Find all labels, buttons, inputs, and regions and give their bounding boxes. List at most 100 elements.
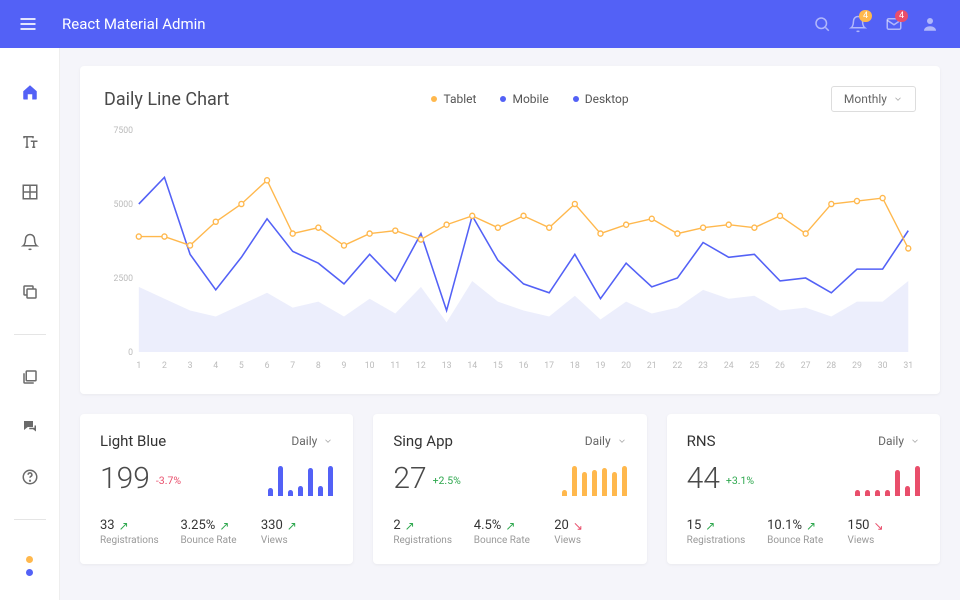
stat-sub-label: Views [554,535,626,546]
chart-legend: TabletMobileDesktop [431,92,628,106]
chart-period-select[interactable]: Monthly [831,86,916,112]
legend-dot [500,96,506,102]
sidebar-item-faq[interactable] [18,465,42,489]
arrow-up-icon: ↗ [705,519,715,533]
search-button[interactable] [804,6,840,42]
sidebar-item-library[interactable] [18,365,42,389]
notifications-badge: 4 [859,10,872,22]
svg-text:7500: 7500 [113,126,133,136]
stat-sub-label: Bounce Rate [474,535,546,546]
stat-sub-item: 33 ↗ Registrations [100,518,172,546]
stat-pct: +2.5% [433,474,461,487]
svg-text:0: 0 [128,348,133,358]
stat-card: Light Blue Daily 199 -3.7% 33 ↗ Registra… [80,414,353,564]
profile-button[interactable] [912,6,948,42]
mail-button[interactable]: 4 [876,6,912,42]
stat-sub-value: 33 ↗ [100,518,172,533]
legend-item: Tablet [431,92,476,106]
stat-sparkline [268,460,333,496]
svg-text:25: 25 [749,361,759,371]
svg-text:21: 21 [647,361,657,371]
stat-sub-item: 150 ↘ Views [848,518,920,546]
home-icon [21,83,39,101]
svg-text:19: 19 [596,361,606,371]
stat-sub-label: Views [848,535,920,546]
arrow-up-icon: ↗ [405,519,415,533]
svg-text:26: 26 [775,361,785,371]
svg-text:22: 22 [673,361,683,371]
stat-value: 44 [687,461,720,496]
stat-period-select[interactable]: Daily [878,432,920,450]
svg-text:31: 31 [903,361,913,371]
sidebar-item-ui[interactable] [18,280,42,304]
svg-text:12: 12 [416,361,426,371]
stat-sub-item: 10.1% ↗ Bounce Rate [767,518,839,546]
arrow-up-icon: ↗ [505,519,515,533]
stat-period-select[interactable]: Daily [585,432,627,450]
sidebar-divider [14,519,46,520]
menu-button[interactable] [12,8,44,40]
legend-label: Tablet [443,92,476,106]
menu-icon [18,14,38,34]
stat-sub-value: 20 ↘ [554,518,626,533]
sidebar-dot[interactable] [26,569,33,576]
svg-text:4: 4 [213,361,218,371]
legend-label: Desktop [585,92,629,106]
chevron-down-icon [910,436,920,446]
svg-text:30: 30 [878,361,888,371]
chevron-down-icon [617,436,627,446]
stat-sub-value: 150 ↘ [848,518,920,533]
svg-text:14: 14 [467,361,477,371]
stat-sub-value: 2 ↗ [393,518,465,533]
sidebar-divider [14,334,46,335]
stat-sub-item: 330 ↗ Views [261,518,333,546]
chevron-down-icon [323,436,333,446]
stat-sub-label: Bounce Rate [180,535,252,546]
arrow-down-icon: ↘ [573,519,583,533]
svg-text:27: 27 [801,361,811,371]
svg-text:23: 23 [698,361,708,371]
chevron-down-icon [893,94,903,104]
app-title: React Material Admin [62,15,206,33]
mail-badge: 4 [895,10,908,22]
stat-pct: +3.1% [726,474,754,487]
library-icon [21,368,39,386]
sidebar-item-tables[interactable] [18,180,42,204]
arrow-up-icon: ↗ [119,519,129,533]
chart-title: Daily Line Chart [104,89,229,110]
stat-sub-value: 330 ↗ [261,518,333,533]
sidebar-item-support[interactable] [18,415,42,439]
grid-icon [21,183,39,201]
sidebar-item-home[interactable] [18,80,42,104]
stat-sparkline [562,460,627,496]
stat-title: Sing App [393,432,453,450]
notifications-button[interactable]: 4 [840,6,876,42]
stat-sub-label: Views [261,535,333,546]
stat-period-label: Daily [878,434,904,448]
arrow-up-icon: ↗ [287,519,297,533]
daily-line-chart-card: Daily Line Chart TabletMobileDesktop Mon… [80,66,940,394]
stat-card: Sing App Daily 27 +2.5% 2 ↗ Registration… [373,414,646,564]
stat-value: 27 [393,461,426,496]
svg-text:17: 17 [544,361,554,371]
sidebar-item-typography[interactable] [18,130,42,154]
stat-period-select[interactable]: Daily [291,432,333,450]
stat-title: RNS [687,432,716,450]
stat-period-label: Daily [585,434,611,448]
bell-outline-icon [21,233,39,251]
sidebar-dot[interactable] [26,556,33,563]
stat-sub-value: 3.25% ↗ [180,518,252,533]
svg-text:1: 1 [136,361,141,371]
svg-text:3: 3 [188,361,193,371]
legend-dot [573,96,579,102]
svg-text:28: 28 [826,361,836,371]
svg-text:11: 11 [390,361,400,371]
stat-value: 199 [100,461,150,496]
stat-sub-value: 15 ↗ [687,518,759,533]
stat-sub-item: 4.5% ↗ Bounce Rate [474,518,546,546]
stat-period-label: Daily [291,434,317,448]
help-icon [21,468,39,486]
stat-title: Light Blue [100,432,166,450]
stat-pct: -3.7% [156,474,181,487]
sidebar-item-notifications[interactable] [18,230,42,254]
